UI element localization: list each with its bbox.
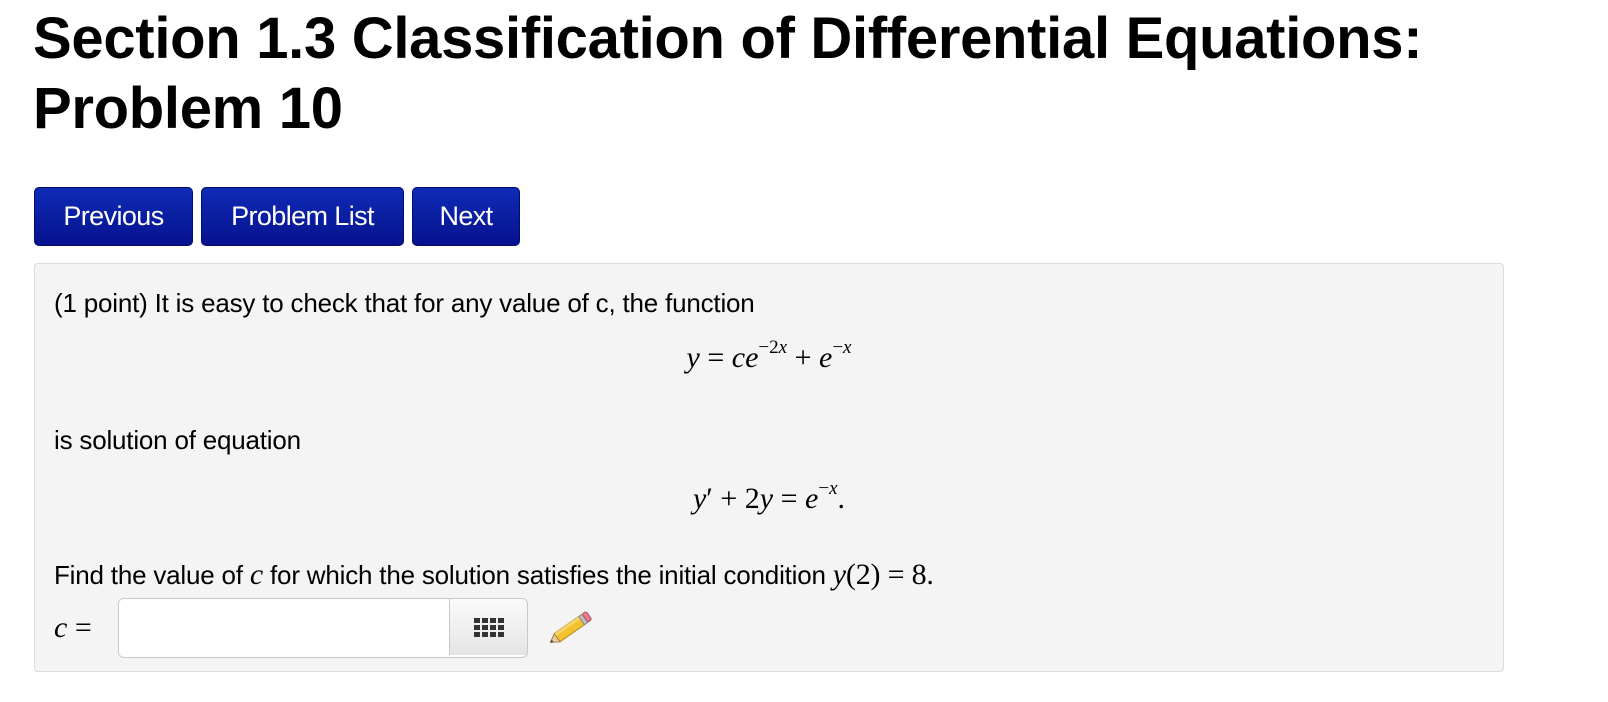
problem-intro: (1 point) It is easy to check that for a… (54, 288, 755, 318)
problem-body: (1 point) It is easy to check that for a… (34, 263, 1504, 672)
answer-input[interactable] (119, 599, 449, 655)
answer-row: c = (54, 598, 596, 658)
problem-list-button[interactable]: Problem List (201, 187, 404, 246)
answer-label: c = (54, 611, 92, 644)
problem-question: Find the value of c for which the soluti… (54, 558, 934, 592)
differential-equation: y′ + 2y = e−x. (692, 478, 846, 515)
equation-palette-button[interactable] (449, 599, 527, 655)
answer-input-group (118, 598, 528, 658)
problem-middle-text: is solution of equation (54, 425, 301, 455)
grid-icon (473, 617, 504, 637)
page-title: Section 1.3 Classification of Differenti… (33, 6, 1423, 141)
initial-condition: y(2) = 8. (832, 558, 934, 591)
pencil-icon[interactable] (546, 603, 596, 653)
previous-button[interactable]: Previous (34, 187, 193, 246)
question-variable: c (249, 558, 263, 591)
question-suffix: for which the solution satisfies the ini… (270, 560, 826, 590)
function-equation: y = ce−2x + e−x (686, 337, 852, 374)
next-button[interactable]: Next (412, 187, 520, 246)
question-prefix: Find the value of (54, 560, 243, 590)
problem-navigation: Previous Problem List Next (34, 187, 520, 246)
